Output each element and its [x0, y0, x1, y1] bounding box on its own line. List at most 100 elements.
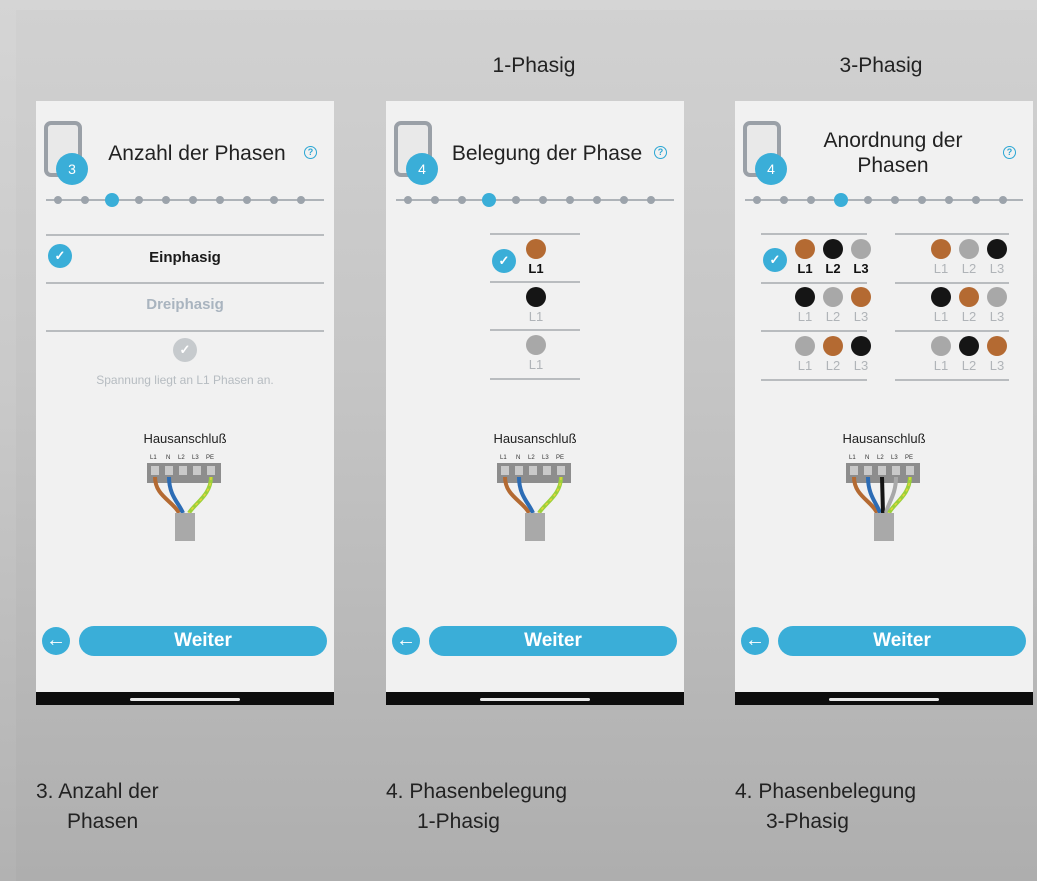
phase-label-l2: L2: [961, 309, 977, 324]
phase-circle-black: [987, 239, 1007, 259]
terminal-label: PE: [206, 455, 214, 461]
phase-label-l1: L1: [933, 358, 949, 373]
phase-label-l1: L1: [933, 309, 949, 324]
phase-label-l3: L3: [989, 358, 1005, 373]
phone-screen-phase-assignment: 4 Belegung der Phase ? ✓ L1 L1 L1 Hausan…: [386, 101, 684, 705]
progress-dot-active: [834, 193, 848, 207]
terminal-label: N: [166, 455, 170, 461]
house-connection-diagram: Hausanschluß L1 N L2 L3 PE: [36, 431, 334, 551]
phase-label-l1: L1: [933, 261, 949, 276]
home-indicator[interactable]: [130, 698, 240, 701]
phase-label-l2: L2: [825, 261, 841, 276]
terminal-label: L2: [528, 455, 535, 461]
progress-dot: [891, 196, 899, 204]
wiring-title: Hausanschluß: [842, 431, 926, 446]
progress-dot: [512, 196, 520, 204]
progress-dot: [270, 196, 278, 204]
caption-line: 1-Phasig: [417, 810, 500, 833]
back-button[interactable]: ←: [42, 627, 70, 655]
phase-label-l1: L1: [797, 309, 813, 324]
back-button[interactable]: ←: [392, 627, 420, 655]
progress-dot: [54, 196, 62, 204]
home-indicator[interactable]: [829, 698, 939, 701]
back-button[interactable]: ←: [741, 627, 769, 655]
phase-label-l2: L2: [961, 358, 977, 373]
terminal-label: L2: [178, 455, 185, 461]
next-button[interactable]: Weiter: [429, 626, 677, 656]
phase-circle-brown: [987, 336, 1007, 356]
divider: [490, 233, 580, 235]
caption-line: 3. Anzahl der: [36, 780, 159, 803]
divider: [761, 282, 867, 284]
terminal-label: L1: [150, 455, 157, 461]
help-icon[interactable]: ?: [304, 146, 317, 159]
next-button[interactable]: Weiter: [778, 626, 1026, 656]
option-three-phase[interactable]: Dreiphasig: [36, 296, 334, 313]
step-number-badge: 4: [406, 153, 438, 185]
divider: [46, 330, 324, 332]
divider: [895, 330, 1009, 332]
next-button[interactable]: Weiter: [79, 626, 327, 656]
progress-dot: [780, 196, 788, 204]
phase-label: L1: [528, 261, 544, 276]
caption-line: Phasen: [67, 810, 139, 833]
info-check-icon: ✓: [173, 338, 197, 362]
terminal-label: L3: [192, 455, 199, 461]
divider: [490, 378, 580, 380]
phase-circle-black: [823, 239, 843, 259]
progress-dot: [404, 196, 412, 204]
wiring-title: Hausanschluß: [493, 431, 577, 446]
terminal-label: N: [516, 455, 520, 461]
caption-line: 4. Phasenbelegung: [735, 780, 916, 803]
progress-dot: [864, 196, 872, 204]
caption-phase-assignment-1: 4. Phasenbelegung 1-Phasig: [386, 777, 567, 837]
phase-circle-grey: [526, 335, 546, 355]
home-indicator[interactable]: [480, 698, 590, 701]
phone-screen-phase-count: 3 Anzahl der Phasen ? ✓ Einphasig Dreiph…: [36, 101, 334, 705]
divider: [490, 281, 580, 283]
screen-title: Anordnung der Phasen: [823, 129, 963, 177]
terminal-block-three-phase: L1 N L2 L3 PE: [846, 455, 920, 541]
system-nav-bar: [735, 692, 1033, 705]
voltage-hint: Spannung liegt an L1 Phasen an.: [96, 373, 274, 387]
terminal-label: L1: [500, 455, 507, 461]
phase-label-l3: L3: [989, 309, 1005, 324]
divider: [46, 282, 324, 284]
phase-circle-grey: [987, 287, 1007, 307]
terminal-label: L3: [542, 455, 549, 461]
help-icon[interactable]: ?: [654, 146, 667, 159]
terminal-label: L3: [891, 455, 898, 461]
progress-dot: [620, 196, 628, 204]
divider: [761, 330, 867, 332]
system-nav-bar: [36, 692, 334, 705]
progress-dot: [189, 196, 197, 204]
phase-circle-black: [795, 287, 815, 307]
progress-dot: [431, 196, 439, 204]
screen-title: Anzahl der Phasen: [108, 142, 286, 165]
checked-icon: ✓: [492, 249, 516, 273]
phase-circle-grey: [851, 239, 871, 259]
phase-label-l3: L3: [853, 261, 869, 276]
progress-dot: [972, 196, 980, 204]
phase-circle-grey: [959, 239, 979, 259]
progress-dot-active: [482, 193, 496, 207]
divider: [761, 233, 867, 235]
phase-circle-brown: [851, 287, 871, 307]
option-single-phase[interactable]: Einphasig: [36, 249, 334, 266]
terminal-label: PE: [905, 455, 913, 461]
house-connection-diagram: Hausanschluß L1 N L2 L3 PE: [386, 431, 684, 551]
progress-dot: [999, 196, 1007, 204]
phase-label-l3: L3: [853, 358, 869, 373]
caption-phase-assignment-3: 4. Phasenbelegung 3-Phasig: [735, 777, 916, 837]
terminal-label: PE: [556, 455, 564, 461]
phase-circle-grey: [795, 336, 815, 356]
help-icon[interactable]: ?: [1003, 146, 1016, 159]
phase-label-l2: L2: [961, 261, 977, 276]
system-nav-bar: [386, 692, 684, 705]
progress-dot: [297, 196, 305, 204]
phase-circle-black: [851, 336, 871, 356]
terminal-block-single-phase: L1 N L2 L3 PE: [147, 455, 221, 541]
progress-dot: [753, 196, 761, 204]
step-number-badge: 3: [56, 153, 88, 185]
phase-circle-black: [931, 287, 951, 307]
